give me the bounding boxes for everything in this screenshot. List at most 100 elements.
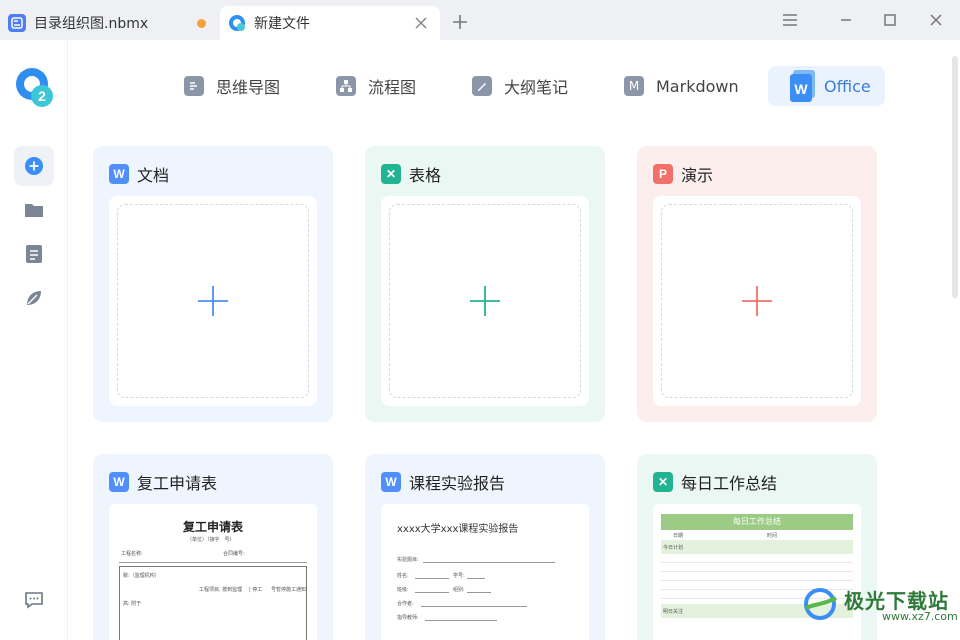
template-preview: 复工申请表 （单位）（接字 号） 工程名称: 合同编号: 致:（监理机构） 工程… [109,504,317,640]
create-blank-presentation-button[interactable] [661,204,853,398]
office-icon: W [790,70,816,102]
flowchart-icon [336,76,356,96]
tab-flowchart[interactable]: 流程图 [336,66,416,106]
scrollbar[interactable] [952,56,958,298]
preview-rule [119,562,307,563]
tab-label: 大纲笔记 [504,78,569,97]
preview-subtitle: （单位）（接字 号） [187,537,235,543]
preview-line: 指导教师: [397,615,419,621]
card-header: W 文档 [109,162,169,186]
preview-line: 组别: [453,587,465,593]
card-header: W 复工申请表 [109,470,217,494]
template-preview: xxxx大学xxx课程实验报告 实验题目: 姓名: 学号: 班级: 组别: 合作… [381,504,589,640]
app-logo-icon [228,14,246,32]
preview-title: xxxx大学xxx课程实验报告 [397,524,519,535]
preview-line: 工程项目, 按到监理 [199,587,243,593]
tab-label: 目录组织图.nbmx [34,16,149,32]
card-header: ✕ 表格 [381,162,441,186]
card-header: W 课程实验报告 [381,470,505,494]
sidebar: 2 [0,40,68,640]
card-title: 课程实验报告 [409,474,506,493]
preview-line: 实验题目: [397,557,419,563]
preview-line: 合作者: [397,601,414,607]
preview-rule [423,562,555,563]
card-title: 表格 [409,166,442,185]
preview-rule [425,620,497,621]
pen-icon [472,76,492,96]
tab-outline[interactable]: 大纲笔记 [472,66,568,106]
preview-col-header: 日期 [673,533,684,539]
close-tab-icon[interactable] [412,14,430,32]
maximize-icon[interactable] [880,10,900,30]
document-icon [26,245,42,263]
add-circle-icon [25,157,43,175]
leaf-icon [27,291,41,305]
tab-label: Office [824,76,871,96]
blank-document-card[interactable]: W 文档 [93,146,333,422]
blank-spreadsheet-card[interactable]: ✕ 表格 [365,146,605,422]
plus-icon [198,286,228,316]
preview-row-band [661,540,853,554]
tab-new-file[interactable]: 新建文件 [220,6,440,40]
blank-preview [381,196,589,406]
preview-row: 明日关注 [663,609,684,615]
svg-text:W: W [794,81,808,97]
template-card-resume-work[interactable]: W 复工申请表 复工申请表 （单位）（接字 号） 工程名称: 合同编号: 致:（… [93,454,333,640]
preview-col-header: 时间 [767,533,778,539]
sidebar-new-button[interactable] [14,146,54,186]
preview-line: 号暂停施工通知 [271,587,307,593]
plus-icon [742,286,772,316]
preview-row: 今日计划 [663,545,684,551]
minimize-icon[interactable] [836,10,856,30]
preview-line: 致:（监理机构） [123,573,160,579]
preview-title: 每日工作总结 [661,514,853,530]
tab-markdown[interactable]: M Markdown [624,66,739,106]
sidebar-themes-button[interactable] [14,278,54,318]
preview-rule [467,592,491,593]
new-tab-plus-icon[interactable] [450,12,470,32]
app-logo-icon: 2 [14,66,54,108]
sidebar-folder-button[interactable] [14,190,54,230]
card-header: P 演示 [653,162,713,186]
preview-line: 工程名称: [121,551,143,557]
blank-preview [109,196,317,406]
excel-icon: ✕ [381,164,401,184]
sidebar-feedback-button[interactable] [14,580,54,620]
mindmap-icon [184,76,204,96]
preview-line: 姓名: [397,573,409,579]
svg-text:2: 2 [38,88,46,104]
card-title: 每日工作总结 [681,474,778,493]
close-window-icon[interactable] [926,10,946,30]
sidebar-notes-button[interactable] [14,234,54,274]
preview-title: 复工申请表 [182,520,243,534]
template-card-lab-report[interactable]: W 课程实验报告 xxxx大学xxx课程实验报告 实验题目: 姓名: 学号: 班… [365,454,605,640]
tab-mindmap[interactable]: 思维导图 [184,66,280,106]
create-blank-document-button[interactable] [117,204,309,398]
preview-rule [421,606,527,607]
card-title: 复工申请表 [137,474,218,493]
tab-label: 思维导图 [216,78,281,97]
watermark-url: www.xz7.com [882,610,958,623]
title-bar: 目录组织图.nbmx 新建文件 [0,0,960,40]
mindmap-file-icon [8,14,26,32]
word-icon: W [381,472,401,492]
preview-line: 学号: [453,573,465,579]
tab-office[interactable]: W Office [768,66,885,106]
preview-line: 高: 附于 [123,601,142,607]
unsaved-dot-icon [197,19,206,28]
word-icon: W [109,472,129,492]
tab-organization-chart[interactable]: 目录组织图.nbmx [0,6,218,40]
create-blank-spreadsheet-button[interactable] [389,204,581,398]
card-header: ✕ 每日工作总结 [653,470,777,494]
folder-icon [25,204,43,217]
powerpoint-icon: P [653,164,673,184]
blank-presentation-card[interactable]: P 演示 [637,146,877,422]
preview-rule [415,578,449,579]
tab-label: 流程图 [368,78,417,97]
watermark-logo-icon [804,588,838,620]
preview-line: | 停工 [249,587,263,593]
site-watermark: 极光下载站 www.xz7.com [800,585,958,623]
card-title: 文档 [137,166,170,185]
blank-preview [653,196,861,406]
menu-icon[interactable] [780,10,800,30]
